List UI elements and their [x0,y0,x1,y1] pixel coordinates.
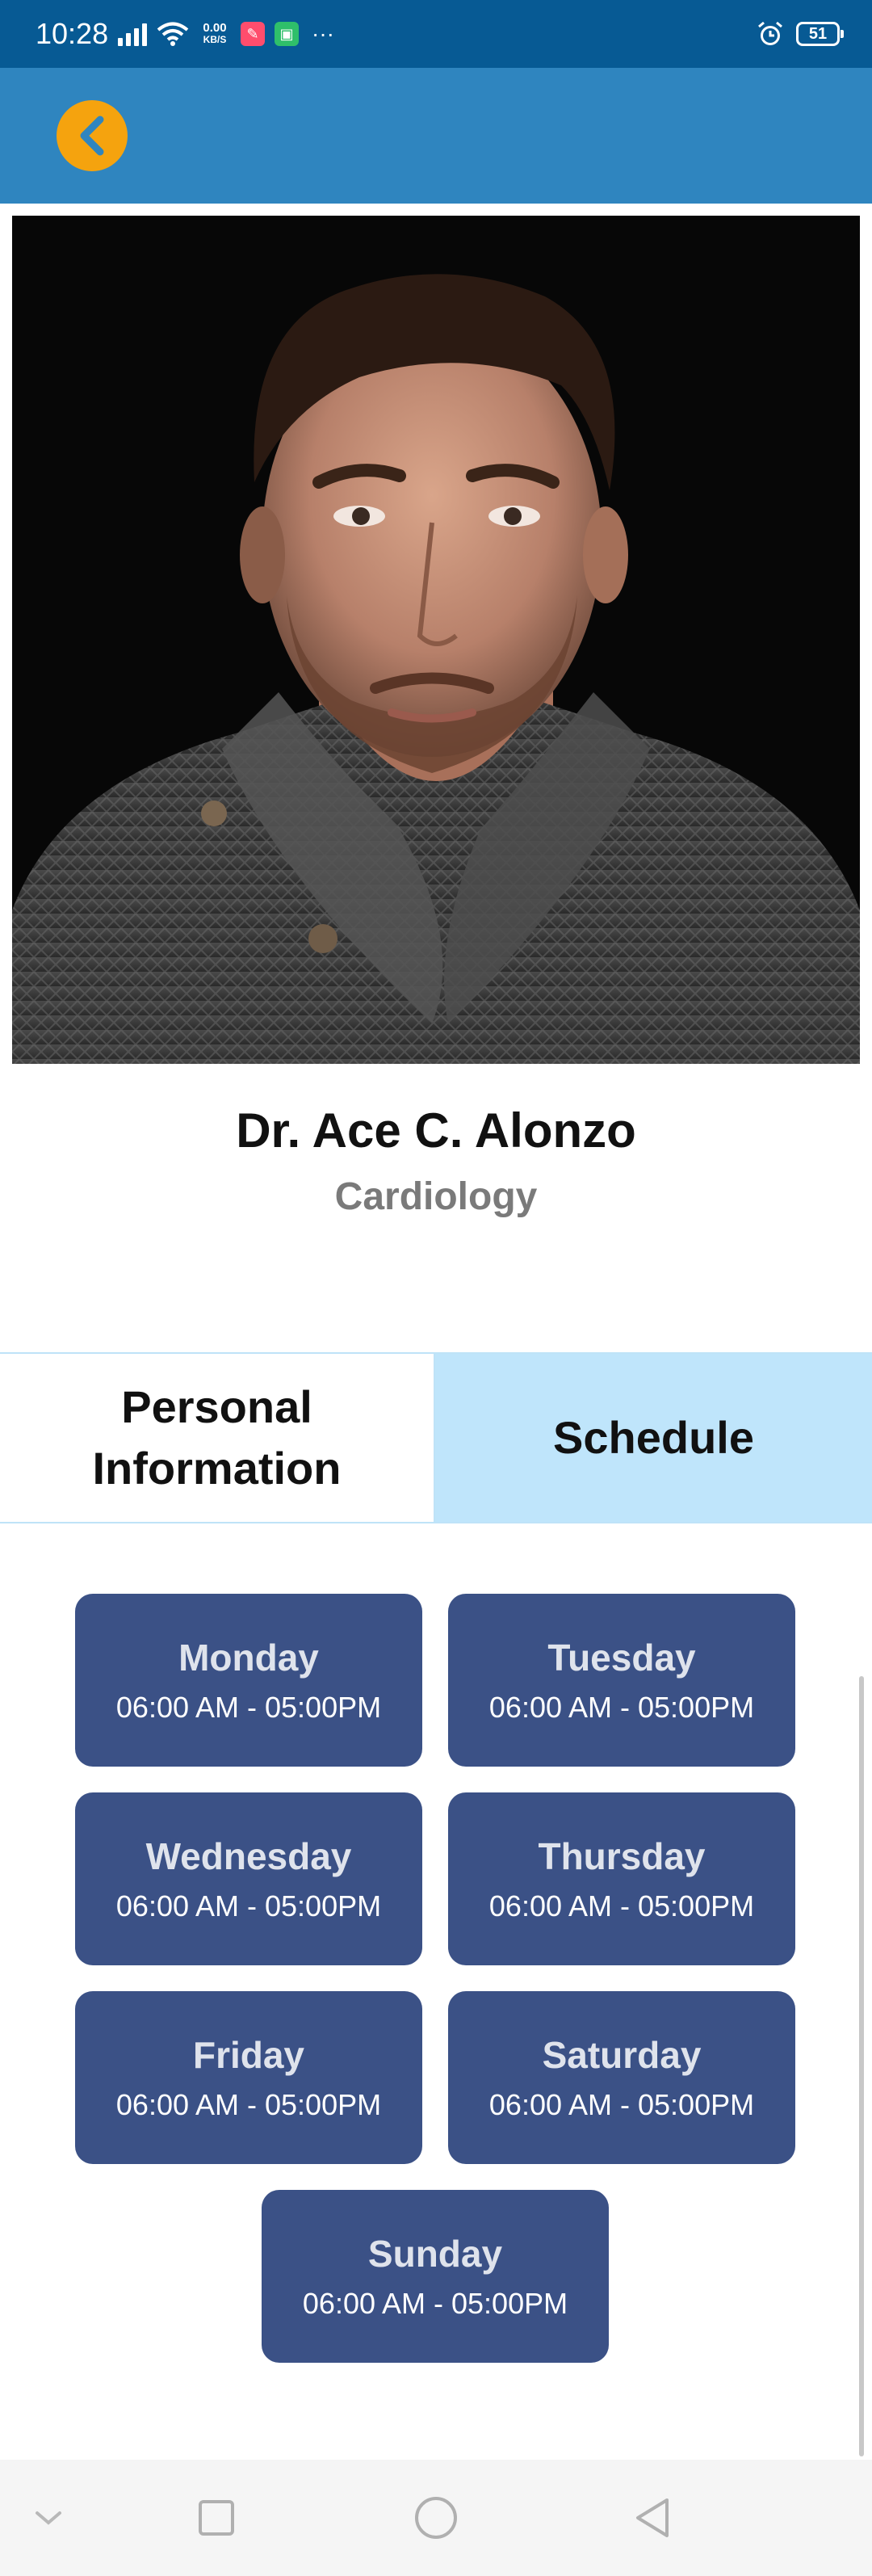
hours-label: 06:00 AM - 05:00PM [115,2088,382,2121]
square-icon [199,2500,234,2536]
wifi-icon [157,22,189,46]
app-notification-icon: ▣ [275,22,299,46]
doctor-photo [12,216,860,1064]
scrollbar[interactable] [859,1676,864,2456]
day-label: Wednesday [145,1835,352,1877]
back-button[interactable] [57,100,128,171]
status-time: 10:28 [36,17,109,50]
day-label: Monday [178,1637,319,1679]
hours-label: 06:00 AM - 05:00PM [302,2287,568,2320]
status-left-icons: 0.00 KB/S ✎ ▣ ··· [118,18,334,50]
schedule-card-wednesday[interactable]: Wednesday 06:00 AM - 05:00PM [75,1792,422,1965]
nav-home-button[interactable] [410,2492,462,2544]
chevron-down-icon [36,2511,61,2525]
hours-label: 06:00 AM - 05:00PM [488,1889,755,1923]
alarm-icon [758,21,782,45]
hours-label: 06:00 AM - 05:00PM [115,1889,382,1923]
schedule-card-sunday[interactable]: Sunday 06:00 AM - 05:00PM [262,2190,609,2363]
schedule-card-friday[interactable]: Friday 06:00 AM - 05:00PM [75,1991,422,2164]
schedule-card-monday[interactable]: Monday 06:00 AM - 05:00PM [75,1594,422,1767]
net-speed-unit: KB/S [203,34,227,45]
system-nav-bar [0,2460,872,2576]
app-bar [0,68,872,204]
battery-icon: 51 [796,22,844,46]
profile-tabs: Personal Information Schedule [0,1352,872,1523]
schedule-card-thursday[interactable]: Thursday 06:00 AM - 05:00PM [448,1792,795,1965]
doctor-department: Cardiology [334,1175,538,1218]
circle-icon [415,2497,457,2539]
status-right-icons: 51 [756,18,844,50]
hours-label: 06:00 AM - 05:00PM [488,2088,755,2121]
status-bar: 10:28 0.00 KB/S ✎ ▣ ··· 51 [0,0,872,68]
tab-label: Schedule [553,1412,754,1463]
chevron-left-icon [80,116,104,156]
schedule-card-tuesday[interactable]: Tuesday 06:00 AM - 05:00PM [448,1594,795,1767]
tab-personal-information[interactable]: Personal Information [0,1354,435,1522]
net-speed: 0.00 KB/S [199,22,231,46]
signal-icon [118,22,147,46]
nav-collapse-button[interactable] [23,2492,74,2544]
day-label: Sunday [367,2233,503,2275]
nav-recents-button[interactable] [191,2492,242,2544]
day-label: Friday [192,2034,305,2076]
schedule-card-saturday[interactable]: Saturday 06:00 AM - 05:00PM [448,1991,795,2164]
app-notification-icon: ✎ [241,22,265,46]
more-icon: ··· [312,21,334,46]
day-label: Tuesday [547,1637,696,1679]
day-label: Saturday [542,2034,702,2076]
hours-label: 06:00 AM - 05:00PM [115,1691,382,1724]
day-label: Thursday [538,1835,706,1877]
hours-label: 06:00 AM - 05:00PM [488,1691,755,1724]
triangle-back-icon [636,2498,669,2537]
net-speed-value: 0.00 [203,21,227,35]
tab-label: Personal Information [92,1381,342,1494]
tab-schedule[interactable]: Schedule [435,1354,872,1522]
nav-back-button[interactable] [627,2492,678,2544]
doctor-name: Dr. Ace C. Alonzo [236,1103,636,1158]
